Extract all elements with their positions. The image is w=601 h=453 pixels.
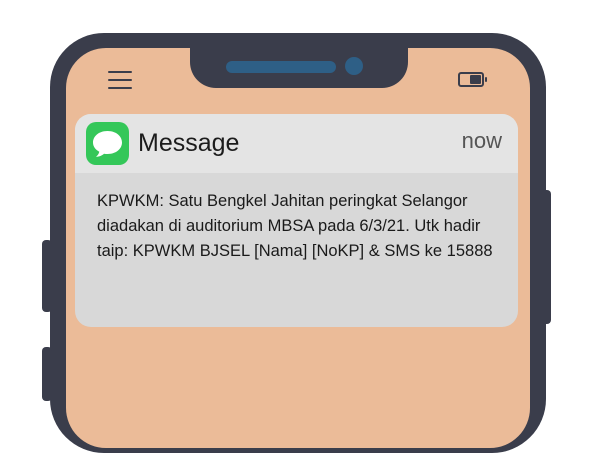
volume-up-button — [42, 240, 52, 312]
message-body: KPWKM: Satu Bengkel Jahitan peringkat Se… — [97, 192, 493, 260]
volume-down-button — [42, 347, 52, 401]
app-name: Message — [138, 129, 240, 157]
hamburger-menu-icon[interactable] — [108, 71, 132, 89]
front-camera — [345, 57, 363, 75]
notification-time: now — [461, 128, 502, 153]
power-button — [541, 190, 551, 324]
speaker-grille — [226, 61, 336, 73]
notification-header: Message now — [75, 114, 518, 173]
battery-icon — [458, 72, 487, 87]
sms-notification[interactable]: Message now KPWKM: Satu Bengkel Jahitan … — [75, 114, 518, 327]
message-bubble-icon — [86, 122, 129, 165]
